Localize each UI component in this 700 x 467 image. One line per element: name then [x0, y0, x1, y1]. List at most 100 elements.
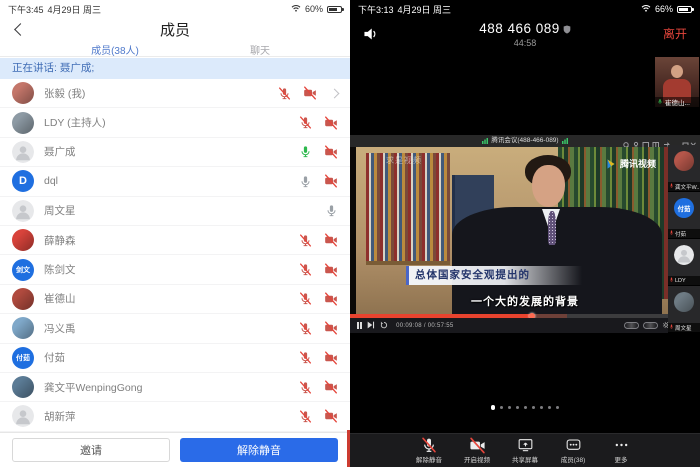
member-name: 张毅 (我) — [44, 86, 85, 101]
loop-icon[interactable] — [380, 321, 388, 331]
mic-muted-icon — [669, 183, 674, 190]
member-status-icons — [299, 174, 338, 188]
page-dot[interactable] — [500, 406, 504, 410]
participant-thumbnail[interactable]: 龚文平W... — [668, 145, 700, 192]
camera-off-icon — [324, 263, 338, 277]
participant-thumbnail-strip[interactable]: 龚文平W...付茹付茹LDY 周文星 — [668, 145, 700, 333]
mic-muted-icon — [299, 292, 312, 305]
invite-button[interactable]: 邀请 — [12, 438, 170, 462]
member-name: 付茹 — [44, 350, 65, 365]
member-status-icons — [299, 116, 338, 130]
camera-off-icon — [469, 437, 486, 453]
avatar: 付茹 — [12, 347, 34, 369]
member-row[interactable]: 龚文平WenpingGong — [0, 373, 350, 402]
unmute-all-button[interactable]: 解除静音 — [180, 438, 338, 462]
member-status-icons — [299, 321, 338, 335]
mic-muted-icon — [299, 410, 312, 423]
pinned-person-face — [671, 65, 683, 78]
member-list[interactable]: 张毅 (我)LDY (主持人)聂广成Ddql周文星薛静森剑文陈剑文崔德山冯义禹付… — [0, 79, 350, 432]
tab-members-label: 成员(38人) — [91, 46, 139, 57]
thumbnail-label: 周文星 — [668, 323, 700, 332]
toolbar-item-screen-share[interactable]: 共享屏幕 — [502, 437, 548, 464]
toolbar-item-members[interactable]: 成员(38) — [550, 437, 596, 464]
pinned-video-tile[interactable]: 崔德山... — [655, 57, 699, 107]
tab-chat[interactable]: 聊天 — [225, 42, 295, 57]
quality-pill[interactable] — [624, 322, 639, 329]
next-icon[interactable] — [367, 321, 375, 331]
member-row[interactable]: Ddql — [0, 167, 350, 196]
page-dot[interactable] — [516, 406, 520, 410]
toolbar-item-mic-muted[interactable]: 解除静音 — [406, 437, 452, 464]
leave-button[interactable]: 离开 — [663, 25, 687, 42]
speaker-tie — [548, 211, 556, 245]
pause-icon[interactable] — [357, 322, 362, 329]
mic-active-icon — [657, 98, 663, 107]
members-navbar: 成员 — [0, 18, 350, 40]
mic-muted-icon — [299, 381, 312, 394]
camera-off-icon — [303, 86, 317, 100]
member-row[interactable]: 冯义禹 — [0, 314, 350, 343]
toolbar-label: 成员(38) — [561, 454, 586, 464]
member-name: LDY (主持人) — [44, 115, 106, 130]
mic-muted-icon — [421, 437, 437, 453]
toolbar-item-camera-off[interactable]: 开启视频 — [454, 437, 500, 464]
member-status-icons — [299, 292, 338, 306]
member-row[interactable]: 剑文陈剑文 — [0, 255, 350, 284]
play-logo-icon — [605, 158, 617, 170]
mic-muted-icon — [299, 234, 312, 247]
thumbnail-name: 龚文平W... — [675, 183, 700, 191]
tab-members[interactable]: 成员(38人) — [60, 42, 170, 57]
mic-active-icon — [299, 145, 312, 158]
participant-thumbnail[interactable]: 周文星 — [668, 286, 700, 333]
statusbar-left: 下午3:45 4月29日 周三 60% — [0, 0, 350, 18]
thumbnail-label: 付茹 — [668, 229, 700, 238]
wifi-icon — [641, 4, 651, 14]
statusbar-time: 下午3:45 — [8, 3, 44, 16]
page-dot[interactable] — [548, 406, 552, 410]
camera-off-icon — [324, 174, 338, 188]
statusbar-time: 下午3:13 — [358, 3, 394, 16]
chevron-right-icon[interactable] — [330, 88, 340, 98]
pinned-tile-label: 崔德山... — [655, 97, 699, 107]
member-row[interactable]: LDY (主持人) — [0, 108, 350, 137]
shared-screen[interactable]: 腾讯会议(488-466-089) 求是视频 — [350, 135, 700, 333]
toolbar-label: 开启视频 — [464, 454, 490, 464]
page-indicator-dots — [350, 405, 700, 410]
speaking-banner: 正在讲话: 聂广成; — [0, 58, 350, 79]
shield-icon — [563, 25, 571, 34]
mic-muted-icon — [669, 230, 674, 237]
statusbar-date: 4月29日 周三 — [398, 3, 452, 16]
page-dot[interactable] — [540, 406, 544, 410]
toolbar-item-more[interactable]: 更多 — [598, 437, 644, 464]
page-dot[interactable] — [524, 406, 528, 410]
member-name: 崔德山 — [44, 291, 76, 306]
avatar — [674, 151, 694, 171]
avatar: 剑文 — [12, 259, 34, 281]
page-dot[interactable] — [532, 406, 536, 410]
thumbnail-label: 龚文平W... — [668, 182, 700, 191]
member-row[interactable]: 胡新萍 — [0, 402, 350, 431]
page-dot[interactable] — [491, 405, 496, 410]
page-dot[interactable] — [556, 406, 560, 410]
member-row[interactable]: 薛静森 — [0, 226, 350, 255]
tab-chat-label: 聊天 — [250, 46, 270, 57]
toolbar-label: 更多 — [615, 454, 628, 464]
participant-thumbnail[interactable]: LDY — [668, 239, 700, 286]
meeting-id[interactable]: 488 466 089 — [350, 21, 700, 36]
toolbar-label: 解除静音 — [416, 454, 442, 464]
member-row[interactable]: 付茹付茹 — [0, 344, 350, 373]
meeting-header: 488 466 089 44:58 离开 — [350, 18, 700, 54]
mic-muted-icon — [299, 322, 312, 335]
toolbar-label: 共享屏幕 — [512, 454, 538, 464]
battery-icon — [677, 6, 692, 13]
camera-off-icon — [324, 351, 338, 365]
member-row[interactable]: 聂广成 — [0, 138, 350, 167]
member-row[interactable]: 张毅 (我) — [0, 79, 350, 108]
member-row[interactable]: 崔德山 — [0, 285, 350, 314]
page-dot[interactable] — [508, 406, 512, 410]
signal-icon — [562, 138, 568, 144]
camera-off-icon — [324, 409, 338, 423]
member-row[interactable]: 周文星 — [0, 197, 350, 226]
participant-thumbnail[interactable]: 付茹付茹 — [668, 192, 700, 239]
speed-pill[interactable] — [643, 322, 658, 329]
